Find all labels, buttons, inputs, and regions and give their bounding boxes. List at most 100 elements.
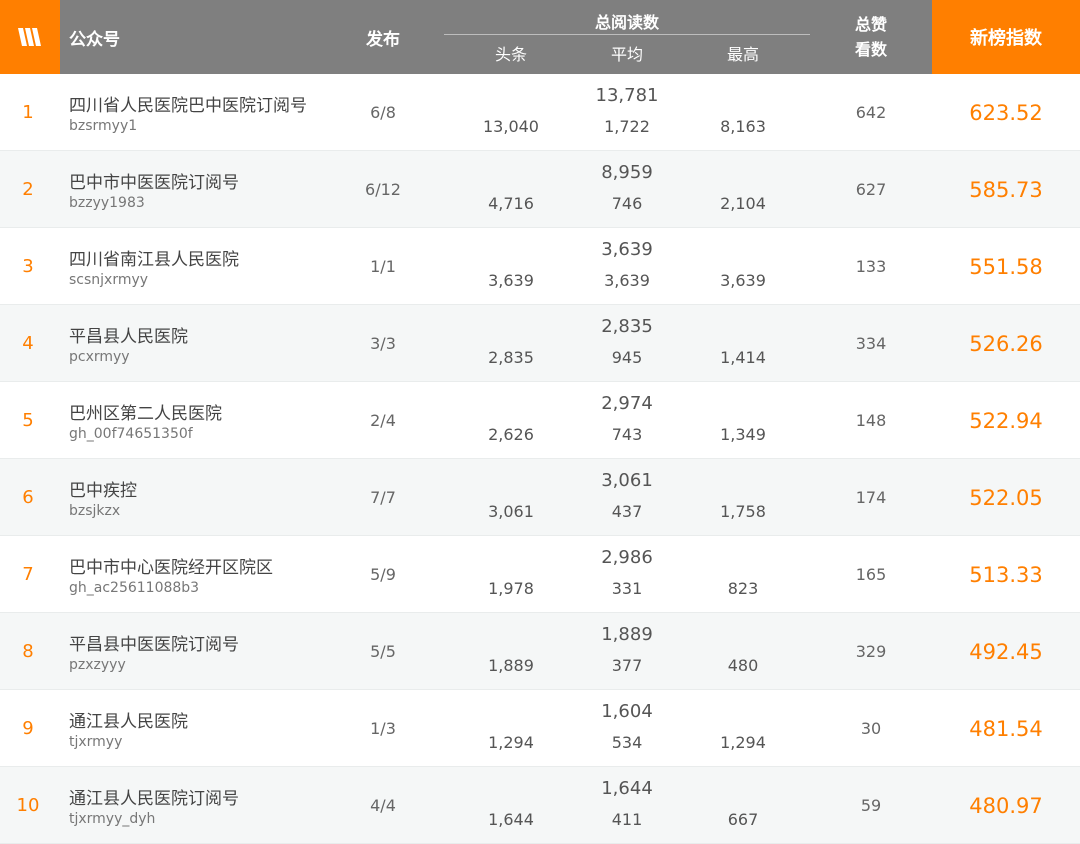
newrank-index: 526.26 bbox=[969, 331, 1043, 356]
table-row[interactable]: 7 巴中市中心医院经开区院区 gh_ac25611088b3 5/9 2,986 1,97… bbox=[0, 536, 1080, 613]
average-reads: 377 bbox=[611, 656, 643, 675]
table-row[interactable]: 3 四川省南江县人民医院 scsnjxrmyy 1/1 3,639 3,639 3,639 3… bbox=[0, 228, 1080, 305]
account-id: tjxrmyy_dyh bbox=[69, 811, 156, 827]
total-reads: 8,959 bbox=[601, 162, 653, 183]
rank-number: 5 bbox=[22, 410, 34, 431]
newrank-index: 481.54 bbox=[969, 716, 1043, 741]
highest-reads: 1,294 bbox=[720, 733, 766, 752]
table-row[interactable]: 9 通江县人民医院 tjxrmyy 1/3 1,604 1,294 534 1,294 30 48… bbox=[0, 690, 1080, 767]
table-row[interactable]: 10 通江县人民医院订阅号 tjxrmyy_dyh 4/4 1,644 1,644 411 6… bbox=[0, 767, 1080, 844]
total-reads: 2,986 bbox=[601, 547, 653, 568]
account-name[interactable]: 通江县人民医院订阅号 bbox=[69, 784, 239, 809]
likes-count: 148 bbox=[855, 411, 887, 430]
total-reads: 3,061 bbox=[601, 470, 653, 491]
account-name[interactable]: 四川省人民医院巴中医院订阅号 bbox=[69, 91, 307, 116]
headline-reads: 2,835 bbox=[488, 348, 534, 367]
highest-reads: 8,163 bbox=[720, 117, 766, 136]
table-row[interactable]: 2 巴中市中医医院订阅号 bzzyy1983 6/12 8,959 4,716 746 2,1… bbox=[0, 151, 1080, 228]
rank-number: 7 bbox=[22, 564, 34, 585]
highest-reads: 1,758 bbox=[720, 502, 766, 521]
account-name[interactable]: 巴中市中医医院订阅号 bbox=[69, 168, 239, 193]
account-id: pzxzyyy bbox=[69, 657, 126, 673]
rank-number: 6 bbox=[22, 487, 34, 508]
header-publish: 发布 bbox=[366, 29, 400, 50]
rank-number: 1 bbox=[22, 102, 34, 123]
headline-reads: 13,040 bbox=[483, 117, 539, 136]
rank-number: 9 bbox=[22, 718, 34, 739]
newrank-index: 480.97 bbox=[969, 793, 1043, 818]
likes-count: 133 bbox=[855, 257, 887, 276]
average-reads: 743 bbox=[611, 425, 643, 444]
likes-count: 329 bbox=[855, 642, 887, 661]
account-name[interactable]: 平昌县中医医院订阅号 bbox=[69, 630, 239, 655]
total-reads: 2,835 bbox=[601, 316, 653, 337]
headline-reads: 2,626 bbox=[488, 425, 534, 444]
headline-reads: 3,061 bbox=[488, 502, 534, 521]
account-id: pcxrmyy bbox=[69, 349, 130, 365]
total-reads: 2,974 bbox=[601, 393, 653, 414]
account-name[interactable]: 通江县人民医院 bbox=[69, 707, 188, 732]
header-likes-line1: 总赞 bbox=[854, 15, 887, 34]
headline-reads: 4,716 bbox=[488, 194, 534, 213]
account-name[interactable]: 巴中市中心医院经开区院区 bbox=[69, 553, 273, 578]
account-id: gh_00f74651350f bbox=[69, 426, 193, 442]
account-id: bzsrmyy1 bbox=[69, 118, 138, 134]
highest-reads: 3,639 bbox=[720, 271, 766, 290]
likes-count: 174 bbox=[855, 488, 887, 507]
table-row[interactable]: 5 巴州区第二人民医院 gh_00f74651350f 2/4 2,974 2,626 74… bbox=[0, 382, 1080, 459]
account-id: bzsjkzx bbox=[69, 503, 121, 519]
table-row[interactable]: 6 巴中疾控 bzsjkzx 7/7 3,061 3,061 437 1,758 174 522.… bbox=[0, 459, 1080, 536]
account-id: bzzyy1983 bbox=[69, 195, 145, 211]
ranking-table: 公众号 发布 总阅读数 头条 平均 最高 总赞 看数 新榜指数 1 四川省人民医院… bbox=[0, 0, 1080, 844]
header-index: 新榜指数 bbox=[932, 0, 1080, 74]
table-row[interactable]: 4 平昌县人民医院 pcxrmyy 3/3 2,835 2,835 945 1,414 334 5… bbox=[0, 305, 1080, 382]
table-row[interactable]: 8 平昌县中医医院订阅号 pzxzyyy 5/5 1,889 1,889 377 480 329… bbox=[0, 613, 1080, 690]
publish-count: 6/12 bbox=[365, 180, 401, 199]
average-reads: 746 bbox=[611, 194, 643, 213]
newrank-index: 551.58 bbox=[969, 254, 1043, 279]
rank-number: 4 bbox=[22, 333, 34, 354]
header-account: 公众号 bbox=[69, 29, 120, 50]
account-name[interactable]: 四川省南江县人民医院 bbox=[69, 245, 239, 270]
logo bbox=[0, 0, 60, 74]
headline-reads: 3,639 bbox=[488, 271, 534, 290]
table-row[interactable]: 1 四川省人民医院巴中医院订阅号 bzsrmyy1 6/8 13,781 13,040 1,… bbox=[0, 74, 1080, 151]
newrank-index: 522.05 bbox=[969, 485, 1043, 510]
publish-count: 2/4 bbox=[370, 411, 396, 430]
account-name[interactable]: 巴州区第二人民医院 bbox=[69, 399, 222, 424]
publish-count: 6/8 bbox=[370, 103, 396, 122]
account-name[interactable]: 平昌县人民医院 bbox=[69, 322, 188, 347]
account-id: tjxrmyy bbox=[69, 734, 123, 750]
header-total-reads: 总阅读数 bbox=[594, 13, 659, 32]
newrank-index: 623.52 bbox=[969, 100, 1043, 125]
likes-count: 627 bbox=[855, 180, 887, 199]
account-name[interactable]: 巴中疾控 bbox=[69, 476, 137, 501]
rank-number: 2 bbox=[22, 179, 34, 200]
header-highest: 最高 bbox=[726, 45, 759, 64]
highest-reads: 480 bbox=[727, 656, 759, 675]
total-reads: 3,639 bbox=[601, 239, 653, 260]
average-reads: 411 bbox=[611, 810, 643, 829]
average-reads: 437 bbox=[611, 502, 643, 521]
header-average: 平均 bbox=[610, 45, 643, 64]
newrank-index: 492.45 bbox=[969, 639, 1043, 664]
likes-count: 59 bbox=[860, 796, 882, 815]
header-likes: 总赞 看数 bbox=[826, 0, 916, 74]
publish-count: 5/5 bbox=[370, 642, 396, 661]
newrank-logo-icon bbox=[18, 28, 41, 46]
headline-reads: 1,294 bbox=[488, 733, 534, 752]
header-divider bbox=[444, 34, 810, 35]
likes-count: 165 bbox=[855, 565, 887, 584]
headline-reads: 1,978 bbox=[488, 579, 534, 598]
average-reads: 1,722 bbox=[604, 117, 650, 136]
publish-count: 1/3 bbox=[370, 719, 396, 738]
highest-reads: 667 bbox=[727, 810, 759, 829]
likes-count: 334 bbox=[855, 334, 887, 353]
publish-count: 5/9 bbox=[370, 565, 396, 584]
total-reads: 1,889 bbox=[601, 624, 653, 645]
highest-reads: 1,414 bbox=[720, 348, 766, 367]
account-id: scsnjxrmyy bbox=[69, 272, 149, 288]
headline-reads: 1,644 bbox=[488, 810, 534, 829]
header-headline: 头条 bbox=[494, 45, 527, 64]
likes-count: 30 bbox=[860, 719, 882, 738]
